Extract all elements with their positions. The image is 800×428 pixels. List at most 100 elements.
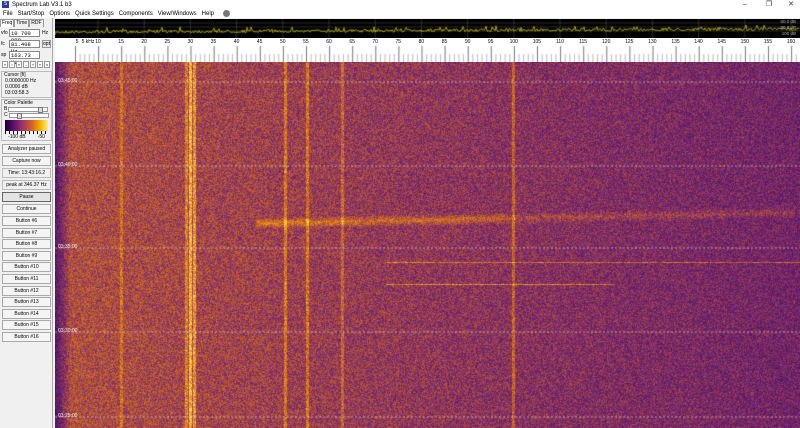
app-icon: S [2,1,9,8]
fc-label: fc [1,41,5,47]
time-display: Time: 13:43:16.2 [2,168,51,178]
menu-help[interactable]: Help [202,11,214,17]
frequency-unit-label: 5 kHz [81,39,95,45]
cursor-time: 03:03:58.3 [5,90,29,96]
minimize-button[interactable]: – [734,0,756,9]
user-button[interactable]: Button #12 [2,285,51,296]
close-button[interactable]: ✕ [780,0,800,9]
frequency-axis[interactable]: 5 5 kHz 10 15 20 25 30 35 40 45 50 55 60 65 70 75 80 85… [55,38,800,62]
capture-now-button[interactable]: Capture now [2,156,51,166]
restore-button[interactable]: ❐ [758,0,780,9]
menu-bar: File Start/Stop Options Quick Settings C… [0,9,800,18]
menu-start-stop[interactable]: Start/Stop [18,11,45,17]
menu-options[interactable]: Options [49,11,70,17]
frequency-tick-label: 95 [487,39,494,45]
tab-time[interactable]: Time [14,19,30,27]
frequency-tick-label: 90 [464,39,471,45]
step-button[interactable]: ‹ [9,61,15,68]
tab-rdf[interactable]: RDF [29,19,44,27]
step-button[interactable]: » [37,61,43,68]
frequency-tick-label: 5 [75,39,79,45]
frequency-tick-label: 130 [648,39,657,45]
db-label: 80.0 dB [780,25,796,30]
vfo-unit: Hz [42,30,49,36]
step-button[interactable]: « [16,61,22,68]
frequency-tick-label: 120 [602,39,611,45]
frequency-tick-label: 50 [280,39,286,45]
db-label: 100 dB [781,31,796,36]
waterfall-spectrogram[interactable] [55,62,800,428]
pause-button[interactable]: Pause [2,192,51,202]
frequency-tick-label: 40 [233,39,240,45]
color-palette-bar [5,120,48,131]
menu-components[interactable]: Components [119,11,153,17]
step-button[interactable]: « [2,61,8,68]
db-label: 60.0 dB [780,19,796,24]
title-bar: S Spectrum Lab V3.1 b3 – ❐ ✕ [0,0,800,9]
frequency-tick-label: 80 [418,39,425,45]
frequency-tick-label: 20 [141,39,147,45]
user-button[interactable]: Button #10 [2,262,51,273]
contrast-label: C [4,112,8,118]
frequency-tick-label: 65 [349,39,355,45]
step-button[interactable]: - [23,61,29,68]
time-marker-label: 03:30:00 [58,328,78,334]
menu-view-windows[interactable]: View/Windows [158,11,197,17]
palette-max-label: -50 [37,134,45,140]
peak-display: peak at 346.37 Hz [2,180,51,190]
frequency-step-buttons: « ‹ « - + » v [2,61,50,68]
cursor-group: Cursor [fi] 0.0000000 Hz 0.0000 dB 03:03… [1,71,52,98]
user-button[interactable]: Button #14 [2,308,51,319]
vfo-label: vfo [1,30,8,36]
frequency-tick-label: 15 [118,39,124,45]
tab-freq[interactable]: Freq [0,19,15,27]
frequency-tick-label: 100 [509,39,518,45]
frequency-tick-label: 60 [326,39,332,45]
fc-input[interactable]: 81.408 Hz [9,40,40,55]
continue-button[interactable]: Continue [2,204,51,214]
user-button[interactable]: Button #13 [2,297,51,308]
user-button[interactable]: Button #16 [2,332,51,342]
brightness-slider[interactable] [8,106,49,113]
frequency-tick-label: 35 [210,39,217,45]
user-button[interactable]: Button #9 [2,250,51,261]
status-indicator-icon [223,10,231,17]
frequency-tick-label: 45 [256,39,263,45]
frequency-tick-label: 145 [717,39,726,45]
span-input[interactable]: 163.73 Hz [9,51,40,66]
menu-quick-settings[interactable]: Quick Settings [75,11,114,17]
user-button[interactable]: Button #8 [2,239,51,250]
time-marker-label: 03:40:00 [58,162,78,168]
user-button[interactable]: Button #6 [2,216,51,226]
user-button[interactable]: Button #11 [2,274,51,284]
contrast-slider[interactable] [8,112,49,119]
user-button[interactable]: Button #7 [2,227,51,238]
spectrum-plot[interactable] [55,19,800,38]
frequency-tick-label: 25 [164,39,171,45]
time-marker-label: 03:25:00 [58,413,78,419]
analyzer-paused-button[interactable]: Analyzer paused [2,144,51,154]
slider-thumb[interactable] [16,112,22,119]
frequency-tick-label: 125 [625,39,634,45]
options-button[interactable]: opt [42,40,51,48]
step-button[interactable]: v [44,61,50,68]
color-palette-group: Color Palette B C -100 dB -50 [1,99,52,141]
frequency-tick-label: 155 [763,39,773,45]
palette-min-label: -100 dB [8,134,26,140]
frequency-tick-label: 150 [740,39,749,45]
vfo-input[interactable]: 10 700 000 [9,29,40,44]
frequency-tick-label: 10 [95,39,101,45]
control-panel: Freq Time RDF vfo 10 700 000 Hz fc 81.40… [0,18,53,428]
sp-label: sp [1,52,7,58]
frequency-tick-label: 135 [671,39,680,45]
frequency-tick-label: 110 [556,39,564,45]
time-marker-label: 03:35:00 [58,244,78,250]
window-title: Spectrum Lab V3.1 b3 [12,1,72,8]
menu-file[interactable]: File [3,11,13,17]
time-marker-label: 03:45:00 [58,78,78,84]
user-button[interactable]: Button #15 [2,320,51,331]
frequency-tick-label: 75 [395,39,402,45]
step-button[interactable]: + [30,61,36,68]
frequency-tick-label: 160 [786,39,796,45]
frequency-tick-label: 55 [303,39,309,45]
